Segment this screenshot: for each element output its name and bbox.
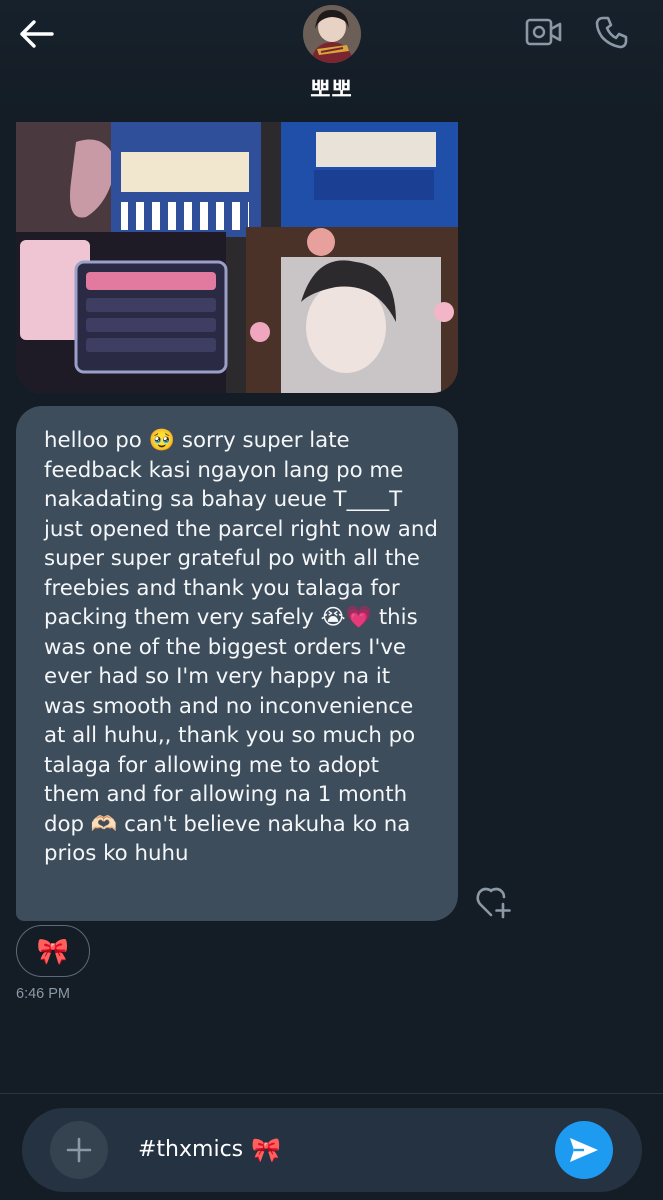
composer-divider [0, 1093, 663, 1094]
video-call-icon[interactable] [522, 12, 566, 52]
conversation-header: 뽀뽀 [0, 0, 663, 115]
message-text: helloo po 🥹 sorry super late feedback ka… [44, 428, 445, 866]
photo-attachment-icon [16, 122, 458, 393]
message-input-text: #thxmics [138, 1137, 244, 1162]
message-composer: #thxmics 🎀 [22, 1108, 642, 1192]
back-arrow-icon[interactable] [14, 14, 58, 54]
avatar[interactable] [303, 5, 361, 63]
message-timestamp: 6:46 PM [16, 986, 70, 1002]
plus-icon [66, 1137, 92, 1163]
reaction-chip[interactable]: 🎀 [16, 925, 90, 977]
add-reaction-icon[interactable] [472, 882, 514, 922]
photo-message[interactable] [16, 122, 458, 393]
message-bubble[interactable]: helloo po 🥹 sorry super late feedback ka… [16, 406, 458, 921]
message-input[interactable]: #thxmics 🎀 [138, 1135, 281, 1165]
bow-emoji: 🎀 [251, 1136, 282, 1164]
bow-emoji: 🎀 [36, 936, 70, 966]
send-button[interactable] [555, 1121, 613, 1179]
phone-call-icon[interactable] [590, 12, 634, 52]
send-icon [570, 1138, 598, 1162]
contact-name[interactable]: 뽀뽀 [0, 72, 663, 104]
add-attachment-button[interactable] [50, 1121, 108, 1179]
